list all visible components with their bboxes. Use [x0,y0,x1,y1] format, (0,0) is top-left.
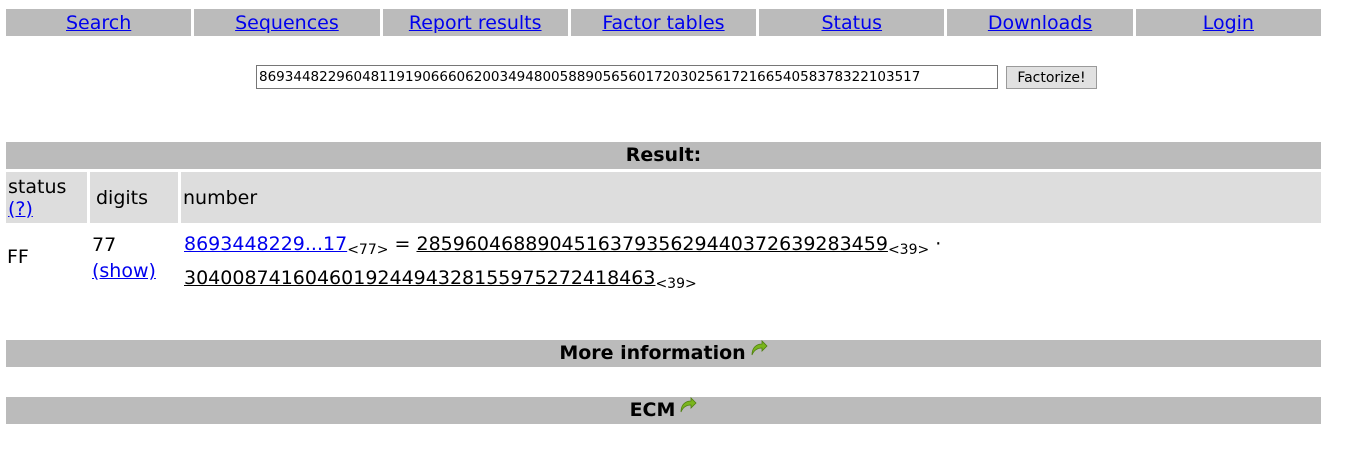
nav-item-report-results: Report results [382,9,568,36]
number-link[interactable]: 8693448229...17 [184,233,347,255]
ecm-section[interactable]: ECM [6,397,1321,424]
show-number-link[interactable]: (show) [92,260,156,282]
nav-item-downloads: Downloads [947,9,1133,36]
factor-1[interactable]: 285960468890451637935629440372639283459 [416,233,887,255]
column-header-digits: digits [90,172,178,223]
expand-arrow-icon [750,337,768,364]
nav-link-status[interactable]: Status [821,12,882,34]
factor-1-digit-count: <39> [887,242,930,258]
table-row: FF 77 (show) 8693448229...17<77> = 28596… [6,226,1321,292]
factorize-button[interactable]: Factorize! [1006,66,1097,89]
top-navigation: Search Sequences Report results Factor t… [6,9,1321,36]
digits-value: 77 [92,234,117,256]
nav-link-sequences[interactable]: Sequences [235,12,339,34]
number-digit-count: <77> [347,242,389,258]
expand-arrow-icon [679,394,697,421]
number-input[interactable] [256,65,998,89]
status-column-label: status [8,175,67,198]
nav-item-status: Status [759,9,945,36]
more-information-label: More information [559,342,746,364]
nav-link-report-results[interactable]: Report results [409,12,542,34]
nav-item-factor-tables: Factor tables [570,9,757,36]
nav-item-sequences: Sequences [194,9,380,36]
status-value: FF [7,246,29,268]
column-header-number: number [181,172,1321,223]
nav-item-login: Login [1135,9,1321,36]
result-table-header: status (?) digits number [6,172,1321,223]
nav-link-search[interactable]: Search [66,12,131,34]
result-header: Result: [6,142,1321,169]
ecm-label: ECM [629,399,676,421]
digits-cell: 77 (show) [92,232,156,284]
multiplication-dot: · [935,233,942,255]
equals-sign: = [394,233,411,255]
nav-link-login[interactable]: Login [1203,12,1254,34]
status-help-link[interactable]: (?) [8,198,87,220]
nav-item-search: Search [6,9,192,36]
factor-2-digit-count: <39> [655,276,697,292]
more-information-section[interactable]: More information [6,340,1321,367]
column-header-status: status (?) [6,172,87,223]
nav-link-factor-tables[interactable]: Factor tables [602,12,724,34]
digits-column-label: digits [96,186,149,209]
number-column-label: number [183,186,258,209]
factor-2[interactable]: 304008741604601924494328155975272418463 [184,267,655,289]
nav-link-downloads[interactable]: Downloads [988,12,1092,34]
factorization-cell: 8693448229...17<77> = 285960468890451637… [184,230,1284,298]
